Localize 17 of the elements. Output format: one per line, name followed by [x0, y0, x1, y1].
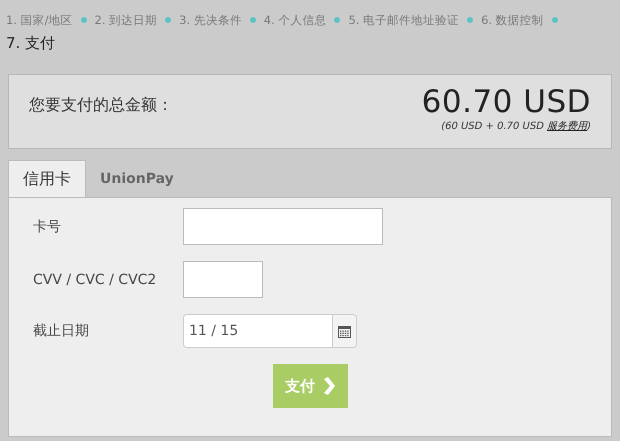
- step-label: 7. 支付: [6, 34, 56, 52]
- total-amount: 60.70 USD: [422, 85, 591, 119]
- field-label: 截止日期: [33, 322, 90, 340]
- step-label: 3. 先决条件: [179, 13, 242, 27]
- fee-breakdown: (60 USD + 0.70 USD 服务费用): [441, 120, 591, 133]
- step-label: 1. 国家/地区: [6, 13, 73, 27]
- field-label: 卡号: [33, 218, 62, 236]
- payment-tab[interactable]: UnionPay: [86, 160, 188, 197]
- payment-tab[interactable]: 信用卡: [8, 160, 86, 197]
- service-fee-link[interactable]: 服务费用: [547, 121, 588, 132]
- field-label: CVV / CVC / CVC2: [33, 272, 158, 288]
- step-label: 6. 数据控制: [481, 13, 544, 27]
- step-label: 2. 到达日期: [94, 13, 158, 27]
- total-label: 您要支付的总金额：: [29, 95, 173, 116]
- step-label: 5. 电子邮件地址验证: [348, 13, 460, 27]
- step-label: 4. 个人信息: [264, 13, 326, 27]
- expiry-date-field[interactable]: 11 / 15: [183, 314, 333, 348]
